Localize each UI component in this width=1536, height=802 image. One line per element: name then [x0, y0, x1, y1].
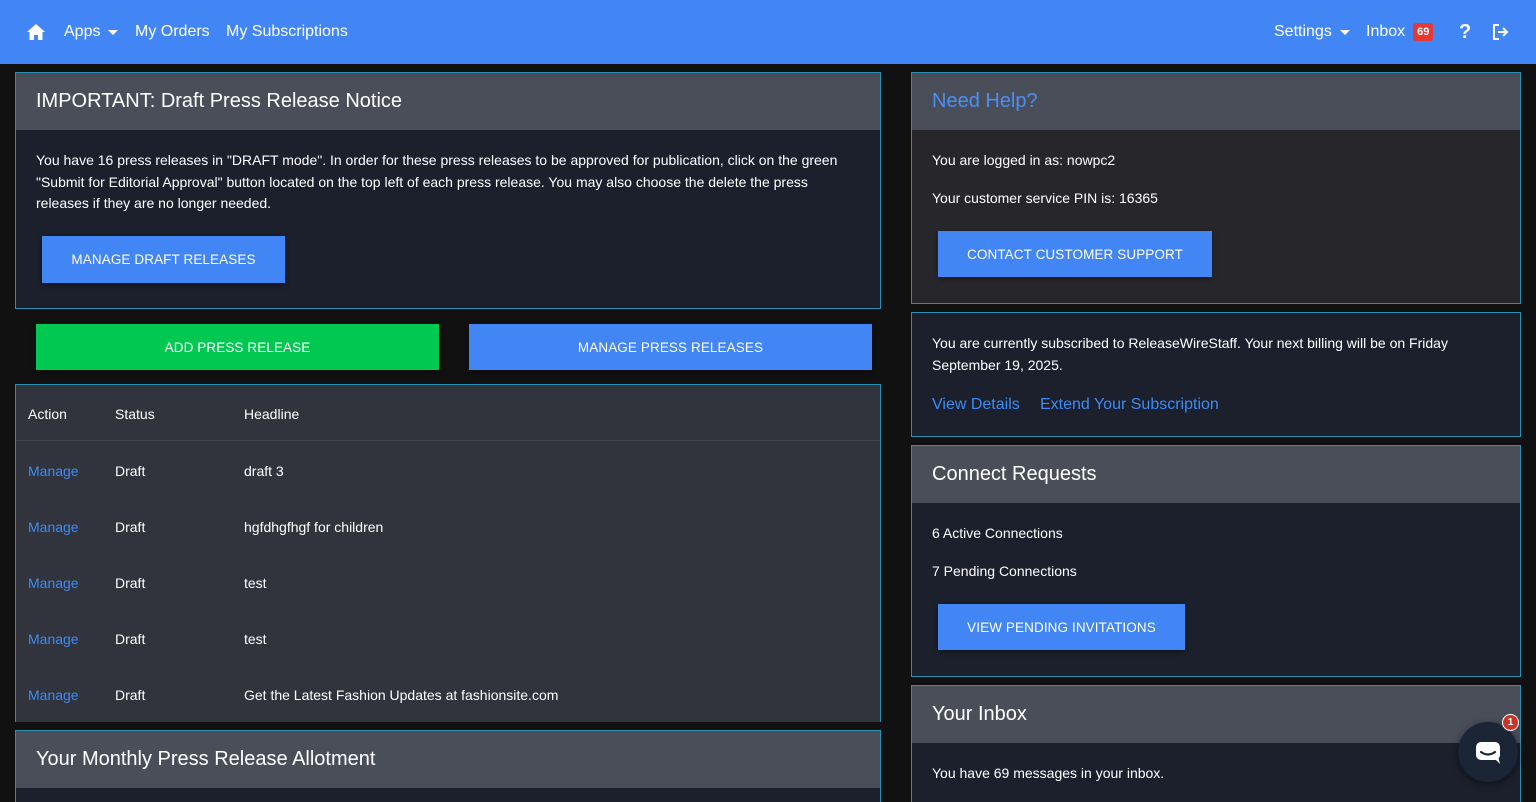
- status-cell: Draft: [115, 631, 146, 647]
- headline-cell: hgfdhgfhgf for children: [244, 519, 384, 535]
- headline-cell: draft 3: [244, 463, 284, 479]
- logout-icon[interactable]: [1492, 0, 1510, 64]
- my-subscriptions-label: My Subscriptions: [226, 23, 348, 40]
- my-orders-link[interactable]: My Orders: [135, 0, 210, 64]
- need-help-panel: Need Help? You are logged in as: nowpc2 …: [911, 72, 1521, 304]
- question-icon[interactable]: ?: [1459, 0, 1471, 64]
- pin-text: Your customer service PIN is: 16365: [932, 190, 1158, 206]
- headline-cell: test: [244, 575, 267, 591]
- draft-notice-text: You have 16 press releases in "DRAFT mod…: [36, 152, 838, 211]
- chat-icon: [1476, 742, 1500, 764]
- my-orders-label: My Orders: [135, 23, 210, 40]
- table-row: Manage Draft draft 3: [16, 441, 880, 497]
- manage-link[interactable]: Manage: [28, 631, 79, 647]
- table-row: Manage Draft test: [16, 553, 880, 609]
- manage-press-releases-button[interactable]: MANAGE PRESS RELEASES: [469, 324, 872, 370]
- settings-label: Settings: [1274, 23, 1332, 40]
- manage-link[interactable]: Manage: [28, 463, 79, 479]
- extend-subscription-link[interactable]: Extend Your Subscription: [1040, 396, 1219, 414]
- draft-notice-panel: IMPORTANT: Draft Press Release Notice Yo…: [15, 72, 881, 309]
- settings-menu[interactable]: Settings: [1274, 0, 1350, 64]
- inbox-title: Your Inbox: [912, 686, 1520, 743]
- status-cell: Draft: [115, 463, 146, 479]
- manage-link[interactable]: Manage: [28, 575, 79, 591]
- status-cell: Draft: [115, 519, 146, 535]
- status-cell: Draft: [115, 575, 146, 591]
- header-status: Status: [115, 406, 155, 422]
- inbox-link[interactable]: Inbox 69: [1366, 0, 1434, 64]
- press-release-table: Action Status Headline Manage Draft draf…: [15, 384, 881, 722]
- active-connections-text: 6 Active Connections: [932, 525, 1063, 541]
- subscription-panel: You are currently subscribed to ReleaseW…: [911, 312, 1521, 437]
- allotment-title: Your Monthly Press Release Allotment: [16, 731, 880, 788]
- chevron-down-icon: [1339, 29, 1350, 35]
- apps-label: Apps: [64, 23, 101, 40]
- contact-customer-support-button[interactable]: CONTACT CUSTOMER SUPPORT: [938, 231, 1212, 277]
- chevron-down-icon: [108, 29, 119, 35]
- inbox-count-badge: 69: [1413, 23, 1434, 41]
- allotment-panel: Your Monthly Press Release Allotment: [15, 730, 881, 802]
- chat-notification-badge: 1: [1502, 714, 1519, 731]
- pending-connections-text: 7 Pending Connections: [932, 563, 1077, 579]
- chat-widget-button[interactable]: [1458, 722, 1518, 782]
- headline-cell: Get the Latest Fashion Updates at fashio…: [244, 687, 559, 703]
- connect-requests-panel: Connect Requests 6 Active Connections 7 …: [911, 445, 1521, 677]
- manage-draft-releases-button[interactable]: MANAGE DRAFT RELEASES: [42, 236, 285, 283]
- my-subscriptions-link[interactable]: My Subscriptions: [226, 0, 348, 64]
- table-row: Manage Draft test: [16, 609, 880, 665]
- inbox-messages-text: You have 69 messages in your inbox.: [932, 765, 1165, 781]
- connect-requests-title: Connect Requests: [912, 446, 1520, 503]
- header-headline: Headline: [244, 406, 300, 422]
- view-details-link[interactable]: View Details: [932, 396, 1020, 414]
- question-glyph: ?: [1459, 20, 1472, 43]
- draft-notice-title: IMPORTANT: Draft Press Release Notice: [16, 73, 880, 130]
- subscription-text: You are currently subscribed to ReleaseW…: [932, 335, 1448, 373]
- home-icon[interactable]: [26, 0, 46, 64]
- manage-link[interactable]: Manage: [28, 687, 79, 703]
- add-press-release-button[interactable]: ADD PRESS RELEASE: [36, 324, 439, 370]
- table-row: Manage Draft Get the Latest Fashion Upda…: [16, 665, 880, 721]
- table-row: Manage Draft hgfdhgfhgf for children: [16, 497, 880, 553]
- top-navbar: Apps My Orders My Subscriptions Settings…: [0, 0, 1536, 64]
- headline-cell: test: [244, 631, 267, 647]
- view-pending-invitations-button[interactable]: VIEW PENDING INVITATIONS: [938, 604, 1185, 650]
- need-help-title: Need Help?: [912, 73, 1520, 130]
- status-cell: Draft: [115, 687, 146, 703]
- apps-menu[interactable]: Apps: [64, 0, 119, 64]
- inbox-panel: Your Inbox You have 69 messages in your …: [911, 685, 1521, 802]
- manage-link[interactable]: Manage: [28, 519, 79, 535]
- logged-in-text: You are logged in as: nowpc2: [932, 152, 1116, 168]
- inbox-label: Inbox: [1366, 23, 1406, 40]
- header-action: Action: [28, 406, 67, 422]
